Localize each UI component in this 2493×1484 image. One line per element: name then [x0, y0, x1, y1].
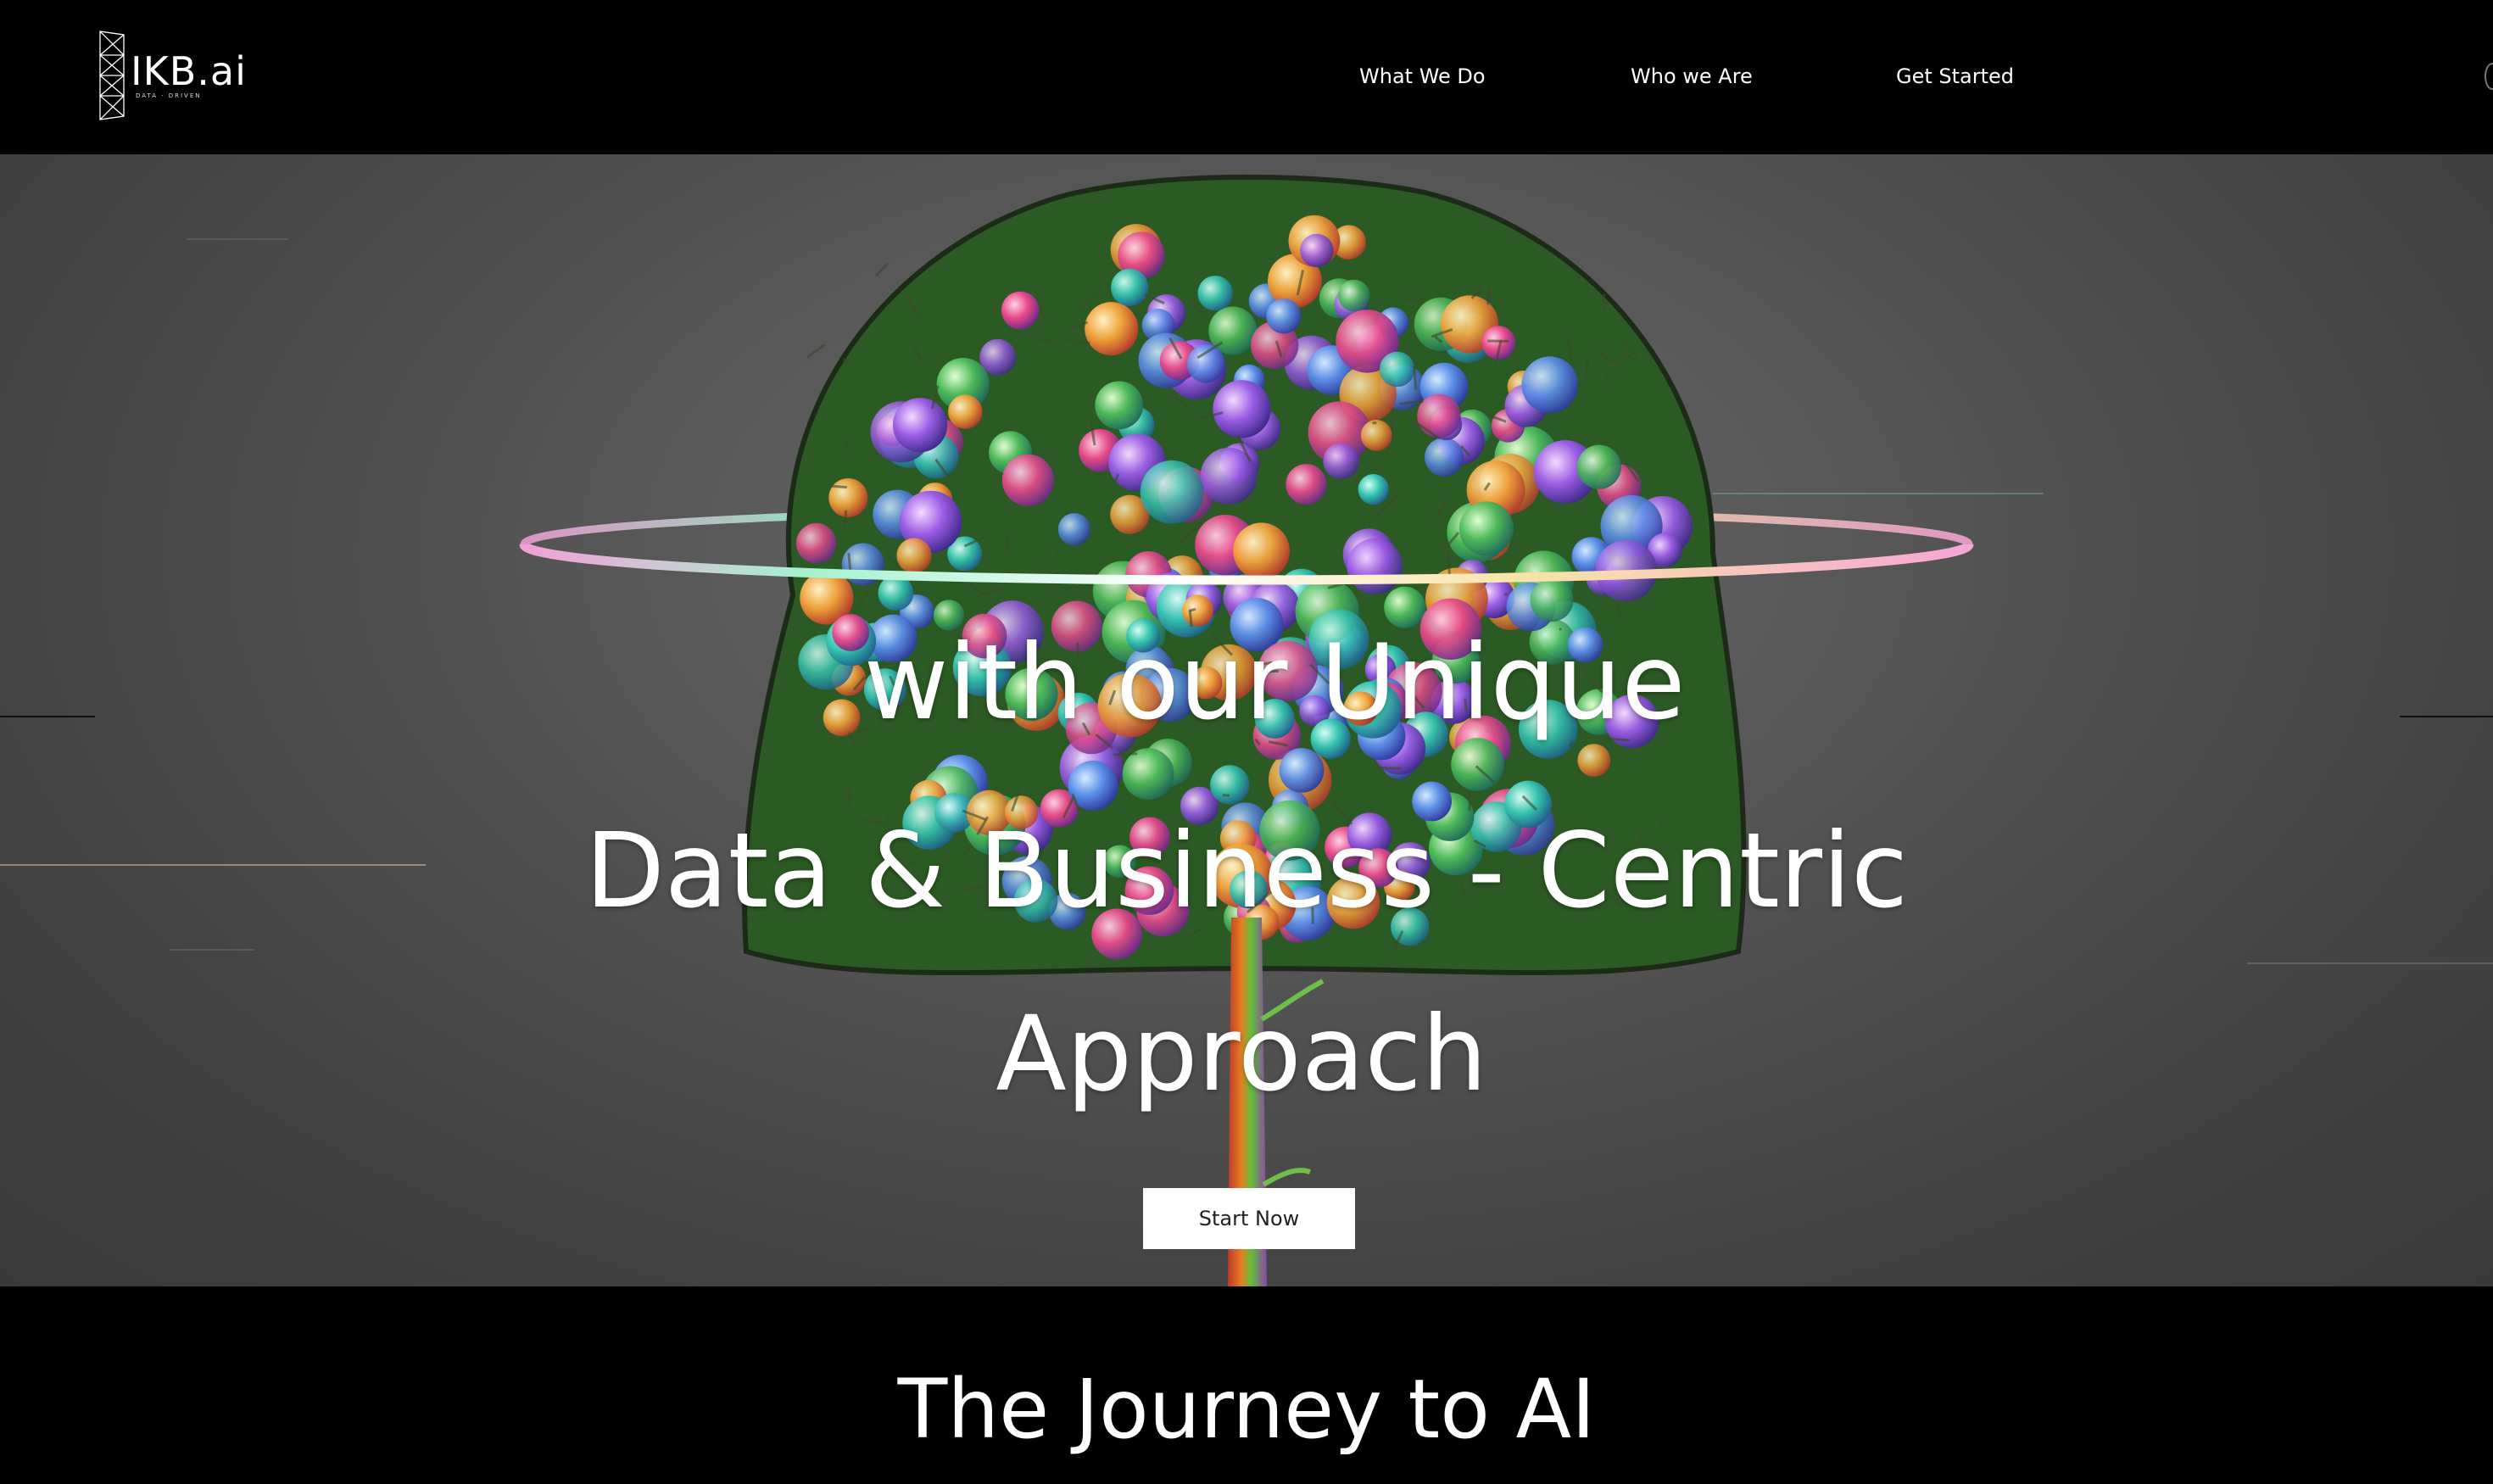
hero-section: with our Unique Data & Business - Centri… [0, 154, 2493, 1286]
nav-item-what-we-do[interactable]: What We Do [1359, 59, 1486, 93]
logo-wordmark: IKB.ai DATA · DRIVEN [131, 30, 247, 121]
start-now-button[interactable]: Start Now [1143, 1188, 1355, 1249]
journey-section: The Journey to AI [0, 1286, 2493, 1484]
hero-headline-line1: with our Unique [863, 622, 1686, 743]
journey-title: The Journey to AI [897, 1362, 1596, 1457]
cut-off-icon [2485, 63, 2493, 90]
hero-headline-line2: Data & Business - Centric [584, 811, 1909, 931]
site-header: IKB.ai DATA · DRIVEN What We Do Who we A… [0, 0, 2493, 154]
logo-link[interactable]: IKB.ai DATA · DRIVEN [98, 29, 247, 122]
logo-mark-icon [99, 31, 125, 120]
logo-tagline: DATA · DRIVEN [136, 92, 202, 99]
logo-text: IKB.ai [131, 48, 247, 94]
nav-item-get-started[interactable]: Get Started [1896, 59, 2014, 93]
hero-headline-line3: Approach [996, 994, 1487, 1114]
nav-item-who-we-are[interactable]: Who we Are [1631, 59, 1753, 93]
page: IKB.ai DATA · DRIVEN What We Do Who we A… [0, 0, 2493, 1484]
